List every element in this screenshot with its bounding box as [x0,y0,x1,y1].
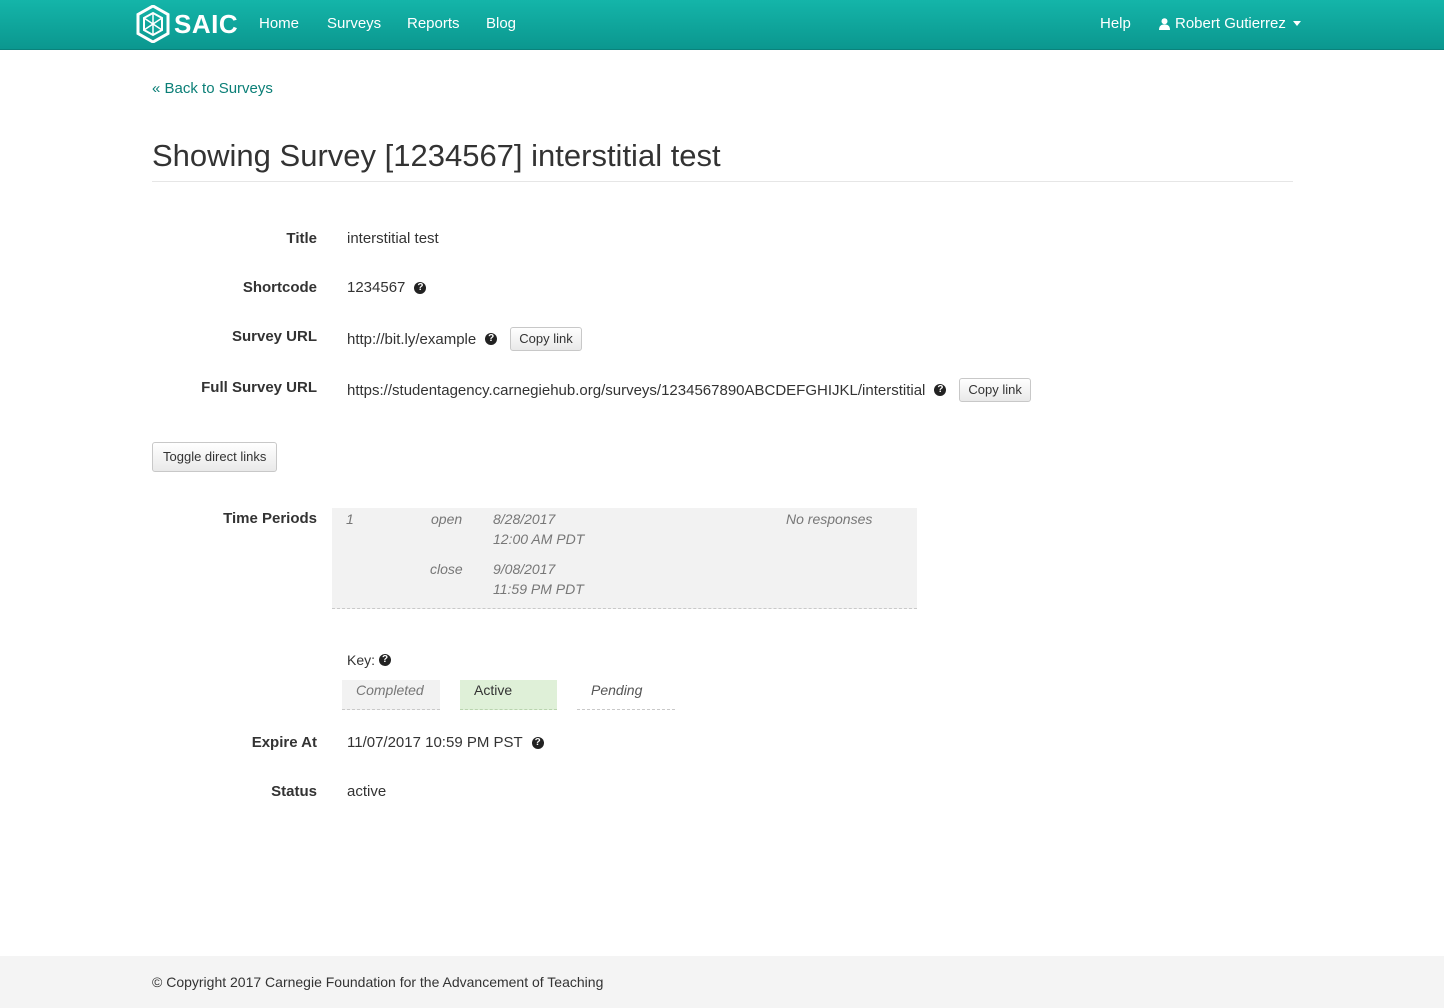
period-close-time: 11:59 PM PDT [493,581,584,597]
question-circle-icon[interactable]: ? [485,333,498,345]
period-open-date: 8/28/2017 [493,511,556,527]
key-pending: Pending [577,680,675,710]
survey-url-text[interactable]: http://bit.ly/example [347,331,476,348]
key-legend-label: Key: ? [347,652,392,668]
copy-survey-url-button[interactable]: Copy link [510,327,582,351]
status-label: Status [271,783,317,800]
question-circle-icon[interactable]: ? [414,281,427,294]
title-divider [152,181,1293,182]
user-icon [1159,17,1170,30]
key-active: Active [460,680,557,710]
title-text: interstitial test [347,230,439,247]
user-menu-dropdown[interactable]: Robert Gutierrez [1159,15,1301,32]
period-responses: No responses [786,511,873,527]
time-periods-label: Time Periods [223,510,317,527]
survey-url-value: http://bit.ly/example ? Copy link [347,327,582,351]
caret-down-icon [1292,21,1301,26]
question-circle-icon[interactable]: ? [531,736,544,749]
question-circle-icon[interactable]: ? [934,384,947,396]
period-close-label: close [430,561,463,577]
full-survey-url-label: Full Survey URL [201,379,317,396]
shortcode-value: 1234567 ? [347,279,427,296]
status-text: active [347,783,387,800]
copyright-text: © Copyright 2017 Carnegie Foundation for… [152,974,604,990]
period-close-date: 9/08/2017 [493,561,556,577]
expire-at-label: Expire At [251,734,317,751]
time-period-row: 1 open 8/28/2017 12:00 AM PDT close 9/08… [332,508,917,609]
user-name: Robert Gutierrez [1175,15,1286,32]
shortcode-label: Shortcode [242,279,317,296]
shortcode-text: 1234567 [347,279,406,296]
key-text: Key: [347,652,376,668]
page-title: Showing Survey [1234567] interstitial te… [152,138,721,173]
brand-name: SAIC [174,8,239,39]
back-to-surveys-link[interactable]: « Back to Surveys [152,80,273,97]
question-circle-icon[interactable]: ? [379,654,392,666]
hexagon-logo-icon [136,5,170,43]
copy-full-url-button[interactable]: Copy link [959,378,1031,402]
survey-url-label: Survey URL [231,328,317,345]
period-open-time: 12:00 AM PDT [493,531,585,547]
toggle-direct-links-button[interactable]: Toggle direct links [152,442,278,472]
nav-blog[interactable]: Blog [486,15,516,32]
period-open-label: open [431,511,463,527]
nav-home[interactable]: Home [259,15,299,32]
period-number: 1 [346,511,354,527]
nav-help[interactable]: Help [1100,15,1131,32]
top-navbar: SAIC Home Surveys Reports Blog Help Robe… [0,0,1444,50]
page-footer: © Copyright 2017 Carnegie Foundation for… [0,956,1444,1008]
nav-surveys[interactable]: Surveys [327,15,381,32]
full-survey-url-value: https://studentagency.carnegiehub.org/su… [347,378,1031,402]
expire-at-value: 11/07/2017 10:59 PM PST ? [347,734,544,751]
status-value: active [347,783,386,800]
title-label: Title [286,230,317,247]
title-value: interstitial test [347,230,439,247]
brand-logo[interactable]: SAIC [136,5,238,43]
full-survey-url-text[interactable]: https://studentagency.carnegiehub.org/su… [347,382,925,399]
nav-reports[interactable]: Reports [407,15,460,32]
key-completed: Completed [342,680,440,710]
expire-at-text: 11/07/2017 10:59 PM PST [347,734,523,751]
